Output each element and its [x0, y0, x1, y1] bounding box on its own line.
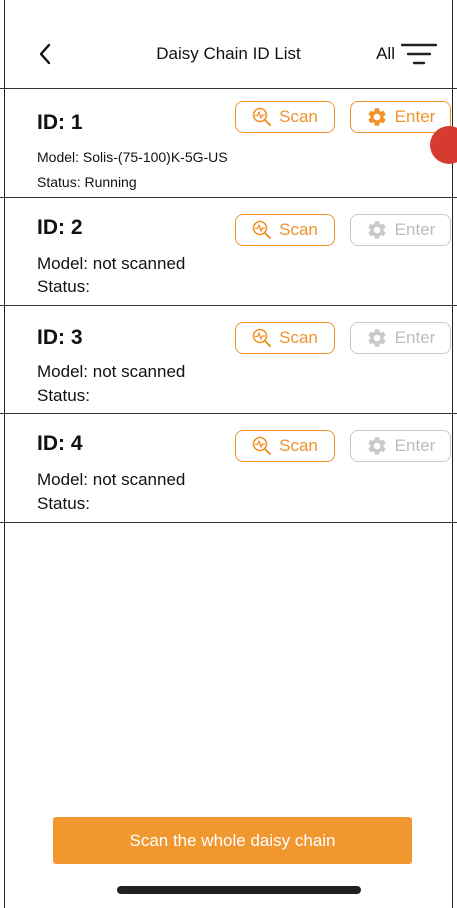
enter-label: Enter — [394, 220, 436, 239]
model-text: Model: not scanned — [37, 470, 186, 489]
scan-search-icon — [252, 220, 272, 239]
enter-label: Enter — [394, 107, 436, 126]
device-row-1: ID: 1 Scan Enter Model: Solis-(75-100)K-… — [0, 89, 457, 198]
enter-label: Enter — [394, 436, 436, 455]
model-text: Model: not scanned — [37, 254, 186, 273]
scan-label: Scan — [279, 220, 318, 239]
device-row-3: ID: 3 Scan Enter Model: not scanned Stat… — [0, 306, 457, 414]
gear-icon — [368, 437, 386, 455]
model-text: Model: Solis-(75-100)K-5G-US — [37, 149, 228, 165]
scan-search-icon — [252, 328, 272, 347]
enter-label: Enter — [394, 328, 436, 347]
scan-label: Scan — [279, 328, 318, 347]
enter-button[interactable]: Enter — [350, 430, 451, 462]
home-indicator[interactable] — [117, 886, 361, 894]
scan-label: Scan — [279, 436, 318, 455]
gear-icon — [368, 329, 386, 347]
scan-button[interactable]: Scan — [235, 430, 335, 462]
device-id: ID: 2 — [37, 216, 83, 239]
enter-button[interactable]: Enter — [350, 322, 451, 354]
enter-button[interactable]: Enter — [350, 214, 451, 246]
filter-button[interactable]: All — [376, 40, 437, 68]
filter-label: All — [376, 44, 395, 63]
status-text: Status: — [37, 494, 90, 513]
status-text: Status: — [37, 386, 90, 405]
device-id: ID: 3 — [37, 326, 83, 349]
scan-search-icon — [252, 436, 272, 455]
scan-button[interactable]: Scan — [235, 214, 335, 246]
model-text: Model: not scanned — [37, 362, 186, 381]
scan-button[interactable]: Scan — [235, 322, 335, 354]
scan-label: Scan — [279, 107, 318, 126]
device-id: ID: 4 — [37, 432, 83, 455]
filter-icon — [401, 43, 437, 65]
scan-button[interactable]: Scan — [235, 101, 335, 133]
device-id: ID: 1 — [37, 111, 83, 134]
status-text: Status: Running — [37, 174, 137, 190]
gear-icon — [368, 108, 386, 126]
enter-button[interactable]: Enter — [350, 101, 451, 133]
scan-whole-chain-button[interactable]: Scan the whole daisy chain — [53, 817, 412, 864]
gear-icon — [368, 221, 386, 239]
status-text: Status: — [37, 277, 90, 296]
device-row-2: ID: 2 Scan Enter Model: not scanned Stat… — [0, 198, 457, 306]
scan-search-icon — [252, 107, 272, 126]
device-row-4: ID: 4 Scan Enter Model: not scanned Stat… — [0, 414, 457, 523]
header-bar: Daisy Chain ID List All — [0, 0, 457, 89]
